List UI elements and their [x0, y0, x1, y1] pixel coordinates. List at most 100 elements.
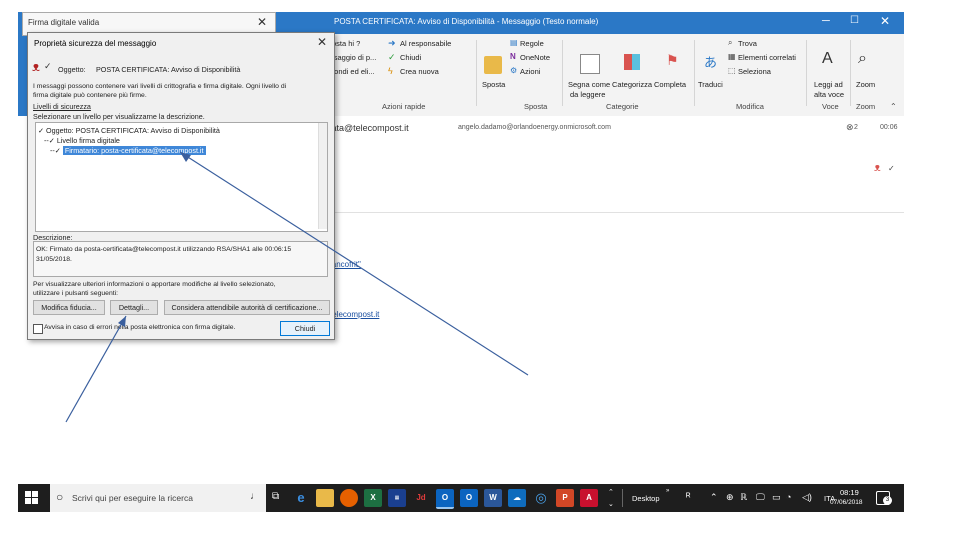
- check-icon: ✓: [388, 52, 396, 62]
- edge-icon[interactable]: e: [292, 489, 310, 507]
- categorize-icon[interactable]: [624, 54, 640, 70]
- zoom-icon[interactable]: ⌕: [858, 50, 867, 68]
- desktop-toolbar[interactable]: Desktop: [632, 494, 660, 503]
- minimize-icon[interactable]: ─: [822, 15, 830, 27]
- read-aloud-icon[interactable]: A: [822, 50, 833, 68]
- app-icon[interactable]: ▦: [388, 489, 406, 507]
- extra-info-line1: Per visualizzare ulteriori informazioni …: [33, 281, 276, 288]
- flag-icon[interactable]: ⚑: [666, 52, 679, 69]
- tree-item-label: Livello firma digitale: [56, 136, 120, 145]
- quick-step-1[interactable]: osta hi ?: [332, 39, 360, 48]
- outlook-window-title: POSTA CERTIFICATA: Avviso di Disponibili…: [334, 17, 599, 26]
- move-button[interactable]: Sposta: [482, 80, 505, 89]
- move-folder-icon[interactable]: [484, 56, 502, 74]
- outlook-icon[interactable]: O: [436, 489, 454, 509]
- actions-icon: ⚙: [510, 66, 518, 75]
- microphone-icon[interactable]: ♩: [250, 491, 260, 502]
- find-button[interactable]: Trova: [738, 39, 757, 48]
- ribbon-separator: [694, 40, 695, 106]
- chevron-down-icon[interactable]: ✓: [888, 164, 895, 173]
- clock-date[interactable]: 07/06/2018: [830, 499, 863, 506]
- subject-value: POSTA CERTIFICATA: Avviso di Disponibili…: [96, 65, 241, 74]
- tree-item-subject[interactable]: ✓ Oggetto: POSTA CERTIFICATA: Avviso di …: [38, 126, 220, 135]
- word-icon[interactable]: W: [484, 489, 502, 507]
- message-recipient[interactable]: angelo.dadamo@orlandoenergy.onmicrosoft.…: [458, 124, 611, 131]
- volume-icon[interactable]: ◁): [802, 492, 812, 503]
- battery-tray-icon[interactable]: ▭: [772, 492, 781, 503]
- rules-button[interactable]: Regole: [520, 39, 544, 48]
- zoom-button[interactable]: Zoom: [856, 80, 875, 89]
- close-button[interactable]: Chiudi: [280, 321, 330, 336]
- clock-time[interactable]: 08:19: [840, 488, 859, 497]
- chevron-down-icon[interactable]: ⌄: [608, 500, 614, 508]
- signature-ribbon-icon: ᴥ: [32, 59, 40, 74]
- actions-button[interactable]: Azioni: [520, 67, 540, 76]
- group-edit-label: Modifica: [736, 102, 764, 111]
- close-icon[interactable]: ✕: [880, 14, 890, 28]
- network-tray-icon[interactable]: ⊕: [726, 492, 734, 503]
- jd-app-icon[interactable]: Jd: [412, 489, 430, 507]
- read-aloud-button-line2[interactable]: alta voce: [814, 90, 844, 99]
- mark-unread-button[interactable]: Segna come: [568, 80, 610, 89]
- maximize-icon[interactable]: ☐: [850, 15, 859, 26]
- quick-step-done[interactable]: Chiudi: [400, 53, 421, 62]
- wifi-tray-icon[interactable]: ◔: [786, 492, 791, 502]
- warn-checkbox[interactable]: [33, 324, 43, 334]
- chevron-double-icon[interactable]: »: [666, 488, 669, 494]
- warn-checkbox-label[interactable]: Avvisa in caso di errori nella posta ele…: [44, 324, 235, 331]
- info-text-line1: I messaggi possono contenere vari livell…: [33, 83, 287, 90]
- categorize-button[interactable]: Categorizza: [612, 80, 652, 89]
- display-tray-icon[interactable]: 🖵: [756, 492, 765, 503]
- ribbon-body: osta hi ? ssaggio di p... pondi ed eli..…: [318, 34, 904, 117]
- body-link-2[interactable]: telecompost.it: [330, 310, 379, 319]
- task-view-icon[interactable]: ⧉: [272, 491, 279, 502]
- check-icon: --✓: [44, 136, 57, 145]
- scrollbar[interactable]: [318, 123, 327, 229]
- tree-item-signature-level[interactable]: --✓ Livello firma digitale: [44, 136, 120, 145]
- close-icon[interactable]: ✕: [317, 35, 327, 49]
- quick-step-new[interactable]: Crea nuova: [400, 67, 439, 76]
- translate-icon[interactable]: あ: [704, 52, 717, 71]
- onenote-button[interactable]: OneNote: [520, 53, 550, 62]
- people-icon[interactable]: ᴿ: [686, 492, 691, 503]
- description-line2: 31/05/2018.: [36, 256, 72, 263]
- show-hidden-icons[interactable]: ⌃: [710, 492, 718, 503]
- outlook-icon-2[interactable]: O: [460, 489, 478, 507]
- firefox-icon[interactable]: [340, 489, 358, 507]
- read-aloud-button[interactable]: Leggi ad: [814, 80, 843, 89]
- quick-step-manager[interactable]: Al responsabile: [400, 39, 451, 48]
- app-tray-icon[interactable]: ℝ: [740, 492, 747, 503]
- dialog-title: Firma digitale valida: [28, 18, 100, 27]
- onedrive-icon[interactable]: ☁: [508, 489, 526, 507]
- signature-ribbon-icon[interactable]: ᴥ: [874, 162, 881, 174]
- trust-ca-button[interactable]: Considera attendibile autorità di certif…: [164, 300, 330, 315]
- group-speech-label: Voce: [822, 102, 839, 111]
- security-levels-hint: Selezionare un livello per visualizzarne…: [33, 112, 205, 121]
- taskbar-search[interactable]: ○ Scrivi qui per eseguire la ricerca ♩: [50, 484, 266, 512]
- related-button[interactable]: Elementi correlati: [738, 53, 796, 62]
- close-icon[interactable]: ✕: [257, 15, 267, 29]
- browser-icon[interactable]: ◎: [532, 489, 550, 507]
- extra-info-line2: utilizzare i pulsanti seguenti:: [33, 290, 119, 297]
- quick-step-2[interactable]: ssaggio di p...: [330, 53, 376, 62]
- windows-start-icon[interactable]: [24, 490, 40, 506]
- taskbar-divider: [622, 489, 623, 507]
- tree-item-signer[interactable]: --✓ Firmatario: posta-certificata@teleco…: [50, 146, 206, 155]
- mark-unread-button-line2[interactable]: da leggere: [570, 90, 605, 99]
- quick-step-3[interactable]: pondi ed eli...: [330, 67, 375, 76]
- collapse-ribbon-icon[interactable]: ⌃: [890, 102, 897, 111]
- select-button[interactable]: Seleziona: [738, 67, 771, 76]
- acrobat-icon[interactable]: A: [580, 489, 598, 507]
- mark-unread-icon[interactable]: [580, 54, 600, 74]
- notification-center-icon[interactable]: 3: [876, 491, 892, 505]
- file-explorer-icon[interactable]: [316, 489, 334, 507]
- details-button[interactable]: Dettagli...: [110, 300, 158, 315]
- security-levels-tree[interactable]: ✓ Oggetto: POSTA CERTIFICATA: Avviso di …: [35, 122, 328, 232]
- excel-icon[interactable]: X: [364, 489, 382, 507]
- powerpoint-icon[interactable]: P: [556, 489, 574, 507]
- translate-button[interactable]: Traduci: [698, 80, 723, 89]
- edit-trust-button[interactable]: Modifica fiducia...: [33, 300, 105, 315]
- check-icon: --✓: [50, 146, 63, 155]
- followup-button[interactable]: Completa: [654, 80, 686, 89]
- chevron-up-icon[interactable]: ⌃: [608, 488, 614, 496]
